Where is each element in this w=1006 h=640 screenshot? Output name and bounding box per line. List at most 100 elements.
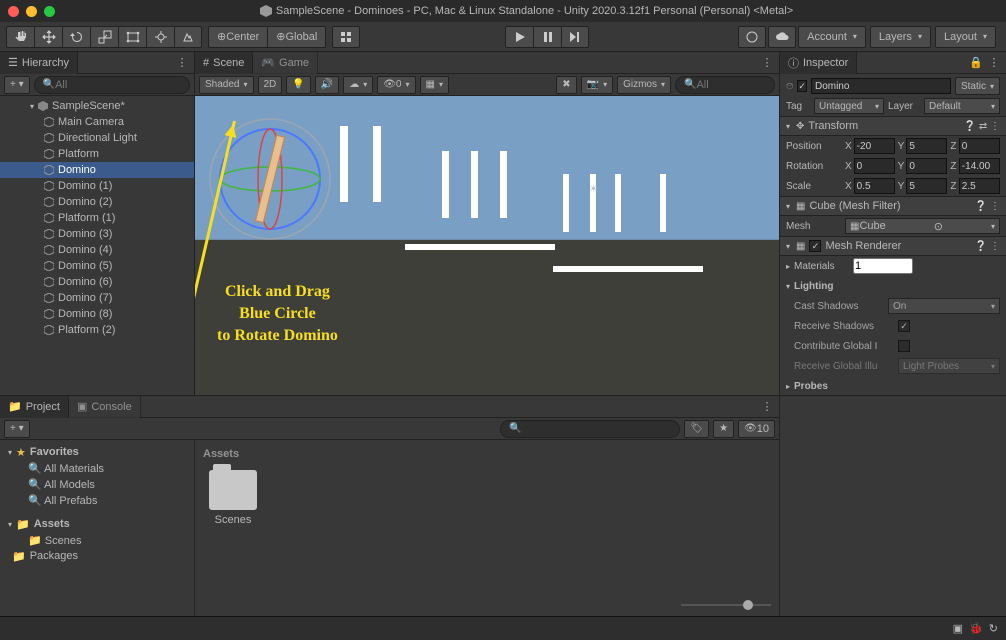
step-button[interactable]	[561, 26, 589, 48]
project-create-button[interactable]: + ▾	[4, 420, 30, 438]
scene-light-icon[interactable]: 💡	[286, 76, 310, 94]
rot-x-input[interactable]	[854, 158, 895, 174]
pos-z-input[interactable]	[959, 138, 1000, 154]
assets-node[interactable]: ▾📁 Assets	[0, 516, 194, 532]
statusbar-icon[interactable]: ▣	[953, 622, 963, 635]
project-fav-icon[interactable]: ★	[713, 420, 734, 438]
tab-hierarchy[interactable]: ☰ Hierarchy	[0, 52, 78, 74]
favorite-item[interactable]: 🔍 All Prefabs	[0, 492, 194, 508]
pause-button[interactable]	[533, 26, 561, 48]
mode-2d-button[interactable]: 2D	[258, 76, 283, 94]
hierarchy-item[interactable]: Platform (1)	[0, 210, 194, 226]
hierarchy-item[interactable]: Directional Light	[0, 130, 194, 146]
hierarchy-item[interactable]: Domino (8)	[0, 306, 194, 322]
mesh-renderer-checkbox[interactable]	[809, 240, 821, 252]
asset-child[interactable]: 📁 Scenes	[0, 532, 194, 548]
contribute-gi-checkbox[interactable]	[898, 340, 910, 352]
mesh-field[interactable]: ▦ Cube⊙	[845, 218, 1000, 234]
tab-inspector[interactable]: ⓘ Inspector	[780, 52, 857, 74]
play-button[interactable]	[505, 26, 533, 48]
gizmos-dropdown[interactable]: Gizmos	[617, 76, 671, 94]
favorite-item[interactable]: 🔍 All Models	[0, 476, 194, 492]
hierarchy-item[interactable]: Domino (1)	[0, 178, 194, 194]
scene-fx-icon[interactable]: ☁	[343, 76, 373, 94]
project-hidden-icon[interactable]: 👁10	[738, 420, 775, 438]
scl-y-input[interactable]	[906, 178, 947, 194]
layer-dropdown[interactable]: Default	[924, 98, 1000, 114]
lock-icon[interactable]: 🔒	[968, 55, 984, 71]
scene-grid-icon[interactable]: ▦	[420, 76, 449, 94]
move-tool-button[interactable]	[34, 26, 62, 48]
panel-menu-icon[interactable]: ⋮	[986, 55, 1002, 71]
hierarchy-item[interactable]: Domino	[0, 162, 194, 178]
pos-x-input[interactable]	[854, 138, 895, 154]
mesh-renderer-header[interactable]: ▾▦ Mesh Renderer❔ ⋮	[780, 236, 1006, 256]
shading-dropdown[interactable]: Shaded	[199, 76, 254, 94]
scene-tools-icon[interactable]: ✖	[556, 76, 576, 94]
scl-x-input[interactable]	[854, 178, 895, 194]
minimize-icon[interactable]	[26, 6, 37, 17]
mesh-filter-header[interactable]: ▾▦ Cube (Mesh Filter)❔ ⋮	[780, 196, 1006, 216]
rotate-tool-button[interactable]	[62, 26, 90, 48]
hierarchy-item[interactable]: Platform (2)	[0, 322, 194, 338]
scene-camera-icon[interactable]: 📷	[581, 76, 613, 94]
folder-scenes[interactable]: Scenes	[203, 470, 263, 526]
cloud-button[interactable]	[768, 26, 796, 48]
fullscreen-icon[interactable]	[44, 6, 55, 17]
favorite-item[interactable]: 🔍 All Materials	[0, 460, 194, 476]
cast-shadows-dropdown[interactable]: On	[888, 298, 1000, 314]
static-dropdown[interactable]: Static	[955, 77, 1000, 95]
hierarchy-item[interactable]: Domino (3)	[0, 226, 194, 242]
materials-count-input[interactable]	[853, 258, 913, 274]
light-gizmo-icon[interactable]: ☀	[589, 184, 598, 195]
panel-menu-icon[interactable]: ⋮	[759, 399, 775, 415]
hierarchy-item[interactable]: Main Camera	[0, 114, 194, 130]
hierarchy-search-input[interactable]: 🔍 All	[34, 76, 190, 94]
collab-button[interactable]	[738, 26, 766, 48]
coords-global-button[interactable]: ⊕ Global	[267, 26, 326, 48]
custom-tool-button[interactable]	[174, 26, 202, 48]
close-icon[interactable]	[8, 6, 19, 17]
hand-tool-button[interactable]	[6, 26, 34, 48]
packages-node[interactable]: 📁 Packages	[0, 548, 194, 564]
project-search-input[interactable]: 🔍	[500, 420, 680, 438]
pivot-center-button[interactable]: ⊕ Center	[208, 26, 267, 48]
hierarchy-item[interactable]: Domino (6)	[0, 274, 194, 290]
scene-vis-icon[interactable]: 👁0	[377, 76, 415, 94]
object-active-checkbox[interactable]	[797, 80, 807, 92]
statusbar-icon[interactable]: ↻	[989, 622, 998, 635]
hierarchy-create-button[interactable]: + ▾	[4, 76, 30, 94]
account-dropdown[interactable]: Account	[798, 26, 866, 48]
rect-tool-button[interactable]	[118, 26, 146, 48]
transform-header[interactable]: ▾✥ Transform❔ ⇄ ⋮	[780, 116, 1006, 136]
tab-game[interactable]: 🎮 Game	[253, 52, 318, 74]
scene-audio-icon[interactable]: 🔊	[315, 76, 339, 94]
project-filter-icon[interactable]: 🏷	[684, 420, 709, 438]
favorites-node[interactable]: ▾★ Favorites	[0, 444, 194, 460]
layout-dropdown[interactable]: Layout	[935, 26, 996, 48]
rot-z-input[interactable]	[959, 158, 1000, 174]
grid-size-slider[interactable]	[681, 600, 771, 610]
hierarchy-item[interactable]: Domino (7)	[0, 290, 194, 306]
tab-scene[interactable]: # Scene	[195, 52, 253, 74]
statusbar-icon[interactable]: 🐞	[969, 622, 983, 635]
panel-menu-icon[interactable]: ⋮	[759, 55, 775, 71]
tag-dropdown[interactable]: Untagged	[814, 98, 884, 114]
hierarchy-item[interactable]: Domino (4)	[0, 242, 194, 258]
pos-y-input[interactable]	[906, 138, 947, 154]
layers-dropdown[interactable]: Layers	[870, 26, 931, 48]
receive-shadows-checkbox[interactable]	[898, 320, 910, 332]
scale-tool-button[interactable]	[90, 26, 118, 48]
hierarchy-item[interactable]: Domino (2)	[0, 194, 194, 210]
rot-y-input[interactable]	[906, 158, 947, 174]
transform-tool-button[interactable]	[146, 26, 174, 48]
hierarchy-scene[interactable]: ▾ SampleScene*	[0, 98, 194, 114]
tab-console[interactable]: ▣ Console	[69, 396, 141, 418]
scl-z-input[interactable]	[959, 178, 1000, 194]
object-name-input[interactable]	[811, 78, 951, 94]
panel-menu-icon[interactable]: ⋮	[174, 55, 190, 71]
scene-viewport[interactable]: ☀ Click and DragBlue Circleto Rotate Dom…	[195, 96, 779, 395]
scene-search-input[interactable]: 🔍 All	[675, 76, 775, 94]
project-grid[interactable]: Assets Scenes	[195, 440, 779, 616]
tab-project[interactable]: 📁 Project	[0, 396, 69, 418]
